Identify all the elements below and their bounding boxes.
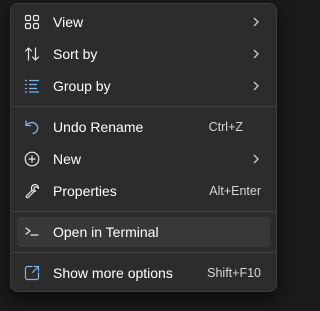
- terminal-icon: [24, 224, 40, 240]
- menu-item-label: New: [53, 151, 82, 167]
- menu-separator: [11, 211, 276, 212]
- menu-item-group-by[interactable]: Group by: [17, 71, 270, 101]
- menu-separator: [11, 106, 276, 107]
- undo-icon: [24, 119, 40, 135]
- shortcut-text: Shift+F10: [207, 266, 261, 280]
- new-plus-icon: [24, 151, 40, 167]
- context-menu: View Sort by Group by Undo Rename Ctrl+Z…: [10, 3, 277, 292]
- menu-item-sort-by[interactable]: Sort by: [17, 39, 270, 69]
- chevron-right-icon: [253, 17, 259, 27]
- menu-item-label: Show more options: [53, 265, 173, 281]
- menu-item-undo-rename[interactable]: Undo Rename Ctrl+Z: [17, 112, 270, 142]
- menu-separator: [11, 252, 276, 253]
- wrench-icon: [24, 183, 40, 199]
- menu-item-show-more-options[interactable]: Show more options Shift+F10: [17, 258, 270, 288]
- menu-item-properties[interactable]: Properties Alt+Enter: [17, 176, 270, 206]
- menu-item-label: Undo Rename: [53, 119, 144, 135]
- sort-arrows-icon: [24, 46, 40, 62]
- menu-item-open-in-terminal[interactable]: Open in Terminal: [17, 217, 270, 247]
- chevron-right-icon: [253, 154, 259, 164]
- menu-item-label: View: [53, 14, 84, 30]
- group-list-icon: [24, 78, 40, 94]
- shortcut-text: Ctrl+Z: [208, 120, 243, 134]
- share-expand-icon: [24, 265, 40, 281]
- shortcut-text: Alt+Enter: [209, 184, 261, 198]
- chevron-right-icon: [253, 81, 259, 91]
- menu-item-label: Open in Terminal: [53, 224, 159, 240]
- menu-item-label: Properties: [53, 183, 117, 199]
- grid-view-icon: [24, 14, 40, 30]
- menu-item-label: Group by: [53, 78, 111, 94]
- chevron-right-icon: [253, 49, 259, 59]
- menu-item-new[interactable]: New: [17, 144, 270, 174]
- menu-item-label: Sort by: [53, 46, 98, 62]
- menu-item-view[interactable]: View: [17, 7, 270, 37]
